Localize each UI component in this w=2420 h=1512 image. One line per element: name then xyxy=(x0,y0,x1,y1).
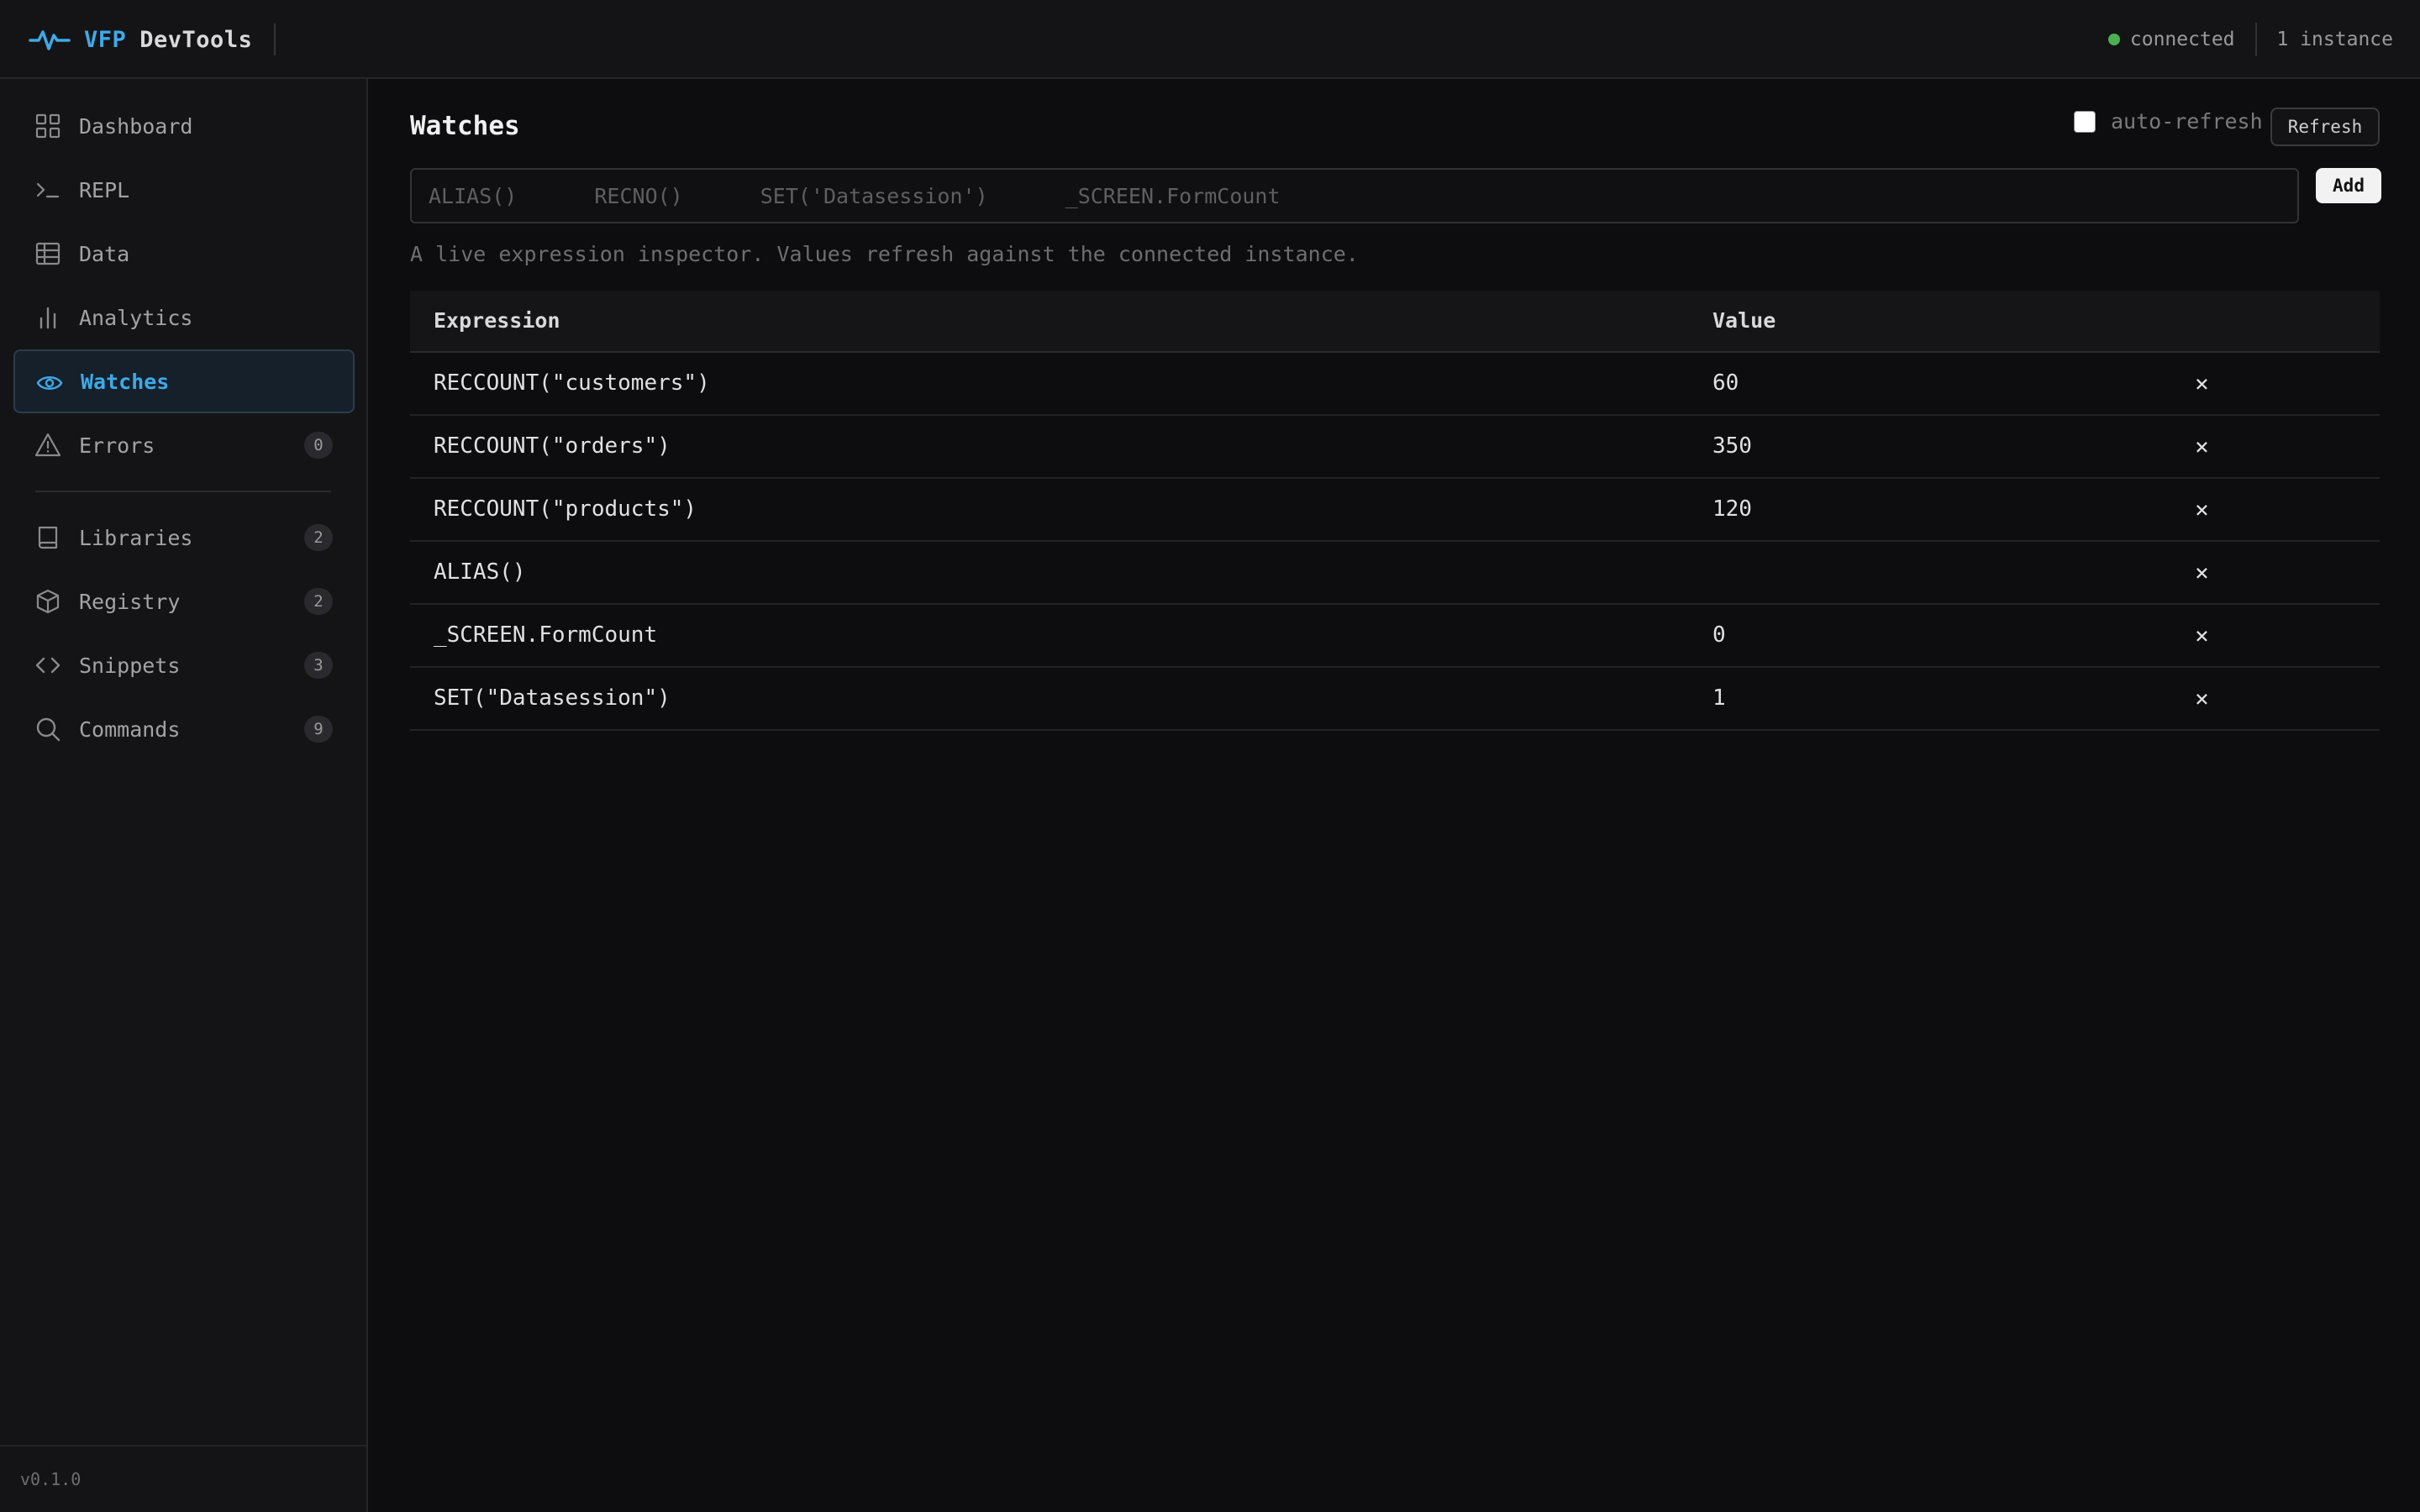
page-title: Watches xyxy=(410,111,520,141)
sidebar-divider xyxy=(35,491,331,492)
sidebar-item-watches[interactable]: Watches xyxy=(13,349,355,413)
watch-value: 1 xyxy=(1712,685,1726,711)
sidebar-item-label: Registry xyxy=(79,589,181,614)
connection-status: connected 1 instance xyxy=(2107,0,2393,79)
sidebar-item-label: Errors xyxy=(79,433,155,458)
status-text: connected xyxy=(2129,29,2235,50)
brand-title: VFP DevTools xyxy=(84,26,253,53)
sidebar-item-label: REPL xyxy=(79,177,130,202)
warning-icon xyxy=(34,432,61,459)
refresh-button[interactable]: Refresh xyxy=(2270,108,2380,146)
watch-value: 350 xyxy=(1712,433,1752,459)
sidebar-footer: v0.1.0 xyxy=(0,1445,366,1512)
search-icon xyxy=(34,716,61,743)
watch-value: 120 xyxy=(1712,496,1752,522)
watch-value: 60 xyxy=(1712,370,1739,396)
libraries-count-badge: 2 xyxy=(304,524,333,551)
sidebar-item-dashboard[interactable]: Dashboard xyxy=(13,94,355,158)
sidebar-item-analytics[interactable]: Analytics xyxy=(13,286,355,349)
bar-chart-icon xyxy=(34,304,61,331)
table-row: _SCREEN.FormCount 0 × xyxy=(410,605,2380,668)
table-row: ALIAS() × xyxy=(410,542,2380,605)
watch-expression: _SCREEN.FormCount xyxy=(434,622,658,648)
sidebar-item-label: Data xyxy=(79,241,130,266)
snippets-count-badge: 3 xyxy=(304,652,333,679)
watch-expression: SET("Datasession") xyxy=(434,685,671,711)
placeholder-hint: SET('Datasession') xyxy=(760,183,988,208)
pulse-icon xyxy=(29,25,71,54)
remove-watch-button[interactable]: × xyxy=(2195,416,2209,477)
sidebar-item-snippets[interactable]: Snippets 3 xyxy=(13,633,355,697)
watch-expression: RECCOUNT("orders") xyxy=(434,433,671,459)
cube-icon xyxy=(34,588,61,615)
sidebar-item-label: Dashboard xyxy=(79,113,193,139)
instance-count: 1 instance xyxy=(2276,29,2393,50)
commands-count-badge: 9 xyxy=(304,716,333,743)
version-label: v0.1.0 xyxy=(20,1469,82,1489)
auto-refresh-checkbox[interactable] xyxy=(2074,110,2096,133)
grid-icon xyxy=(34,113,61,139)
watch-expression: RECCOUNT("customers") xyxy=(434,370,710,396)
placeholder-hint: _SCREEN.FormCount xyxy=(1065,183,1281,208)
sidebar-item-repl[interactable]: REPL xyxy=(13,158,355,222)
book-icon xyxy=(34,524,61,551)
column-header-expression: Expression xyxy=(434,308,560,333)
main-content: Watches auto-refresh Refresh ALIAS() REC… xyxy=(368,79,2420,1512)
watches-table: Expression Value RECCOUNT("customers") 6… xyxy=(410,291,2380,731)
sidebar-item-data[interactable]: Data xyxy=(13,222,355,286)
sidebar: Dashboard REPL Data Analytics Watches Er… xyxy=(0,79,368,1512)
remove-watch-button[interactable]: × xyxy=(2195,605,2209,666)
top-bar: VFP DevTools connected 1 instance xyxy=(0,0,2420,79)
status-divider xyxy=(2254,23,2257,56)
table-row: RECCOUNT("customers") 60 × xyxy=(410,353,2380,416)
sidebar-item-label: Analytics xyxy=(79,305,193,330)
page-description: A live expression inspector. Values refr… xyxy=(410,242,1359,266)
sidebar-item-errors[interactable]: Errors 0 xyxy=(13,413,355,477)
column-header-value: Value xyxy=(1712,308,1776,333)
table-row: RECCOUNT("products") 120 × xyxy=(410,479,2380,542)
eye-icon xyxy=(36,370,63,396)
status-dot-icon xyxy=(2107,34,2120,45)
remove-watch-button[interactable]: × xyxy=(2195,353,2209,414)
remove-watch-button[interactable]: × xyxy=(2195,668,2209,729)
watch-expression: RECCOUNT("products") xyxy=(434,496,697,522)
remove-watch-button[interactable]: × xyxy=(2195,479,2209,540)
header-divider xyxy=(274,24,276,55)
sidebar-item-commands[interactable]: Commands 9 xyxy=(13,697,355,761)
registry-count-badge: 2 xyxy=(304,588,333,615)
sidebar-item-label: Commands xyxy=(79,717,181,742)
watch-expression: ALIAS() xyxy=(434,559,526,585)
terminal-icon xyxy=(34,176,61,203)
errors-count-badge: 0 xyxy=(304,432,333,459)
sidebar-item-label: Libraries xyxy=(79,525,193,550)
code-icon xyxy=(34,652,61,679)
table-row: SET("Datasession") 1 × xyxy=(410,668,2380,731)
brand[interactable]: VFP DevTools xyxy=(29,0,252,79)
table-icon xyxy=(34,240,61,267)
auto-refresh-toggle[interactable]: auto-refresh xyxy=(2074,109,2263,134)
watch-value: 0 xyxy=(1712,622,1726,648)
sidebar-item-label: Watches xyxy=(81,369,170,394)
auto-refresh-label: auto-refresh xyxy=(2111,109,2263,134)
sidebar-item-libraries[interactable]: Libraries 2 xyxy=(13,506,355,570)
expression-input[interactable]: ALIAS() RECNO() SET('Datasession') _SCRE… xyxy=(410,168,2299,223)
remove-watch-button[interactable]: × xyxy=(2195,542,2209,603)
table-header: Expression Value xyxy=(410,291,2380,353)
add-watch-button[interactable]: Add xyxy=(2316,168,2381,203)
sidebar-item-label: Snippets xyxy=(79,653,181,678)
placeholder-hint: RECNO() xyxy=(594,183,683,208)
placeholder-hint: ALIAS() xyxy=(429,183,518,208)
table-row: RECCOUNT("orders") 350 × xyxy=(410,416,2380,479)
sidebar-item-registry[interactable]: Registry 2 xyxy=(13,570,355,633)
